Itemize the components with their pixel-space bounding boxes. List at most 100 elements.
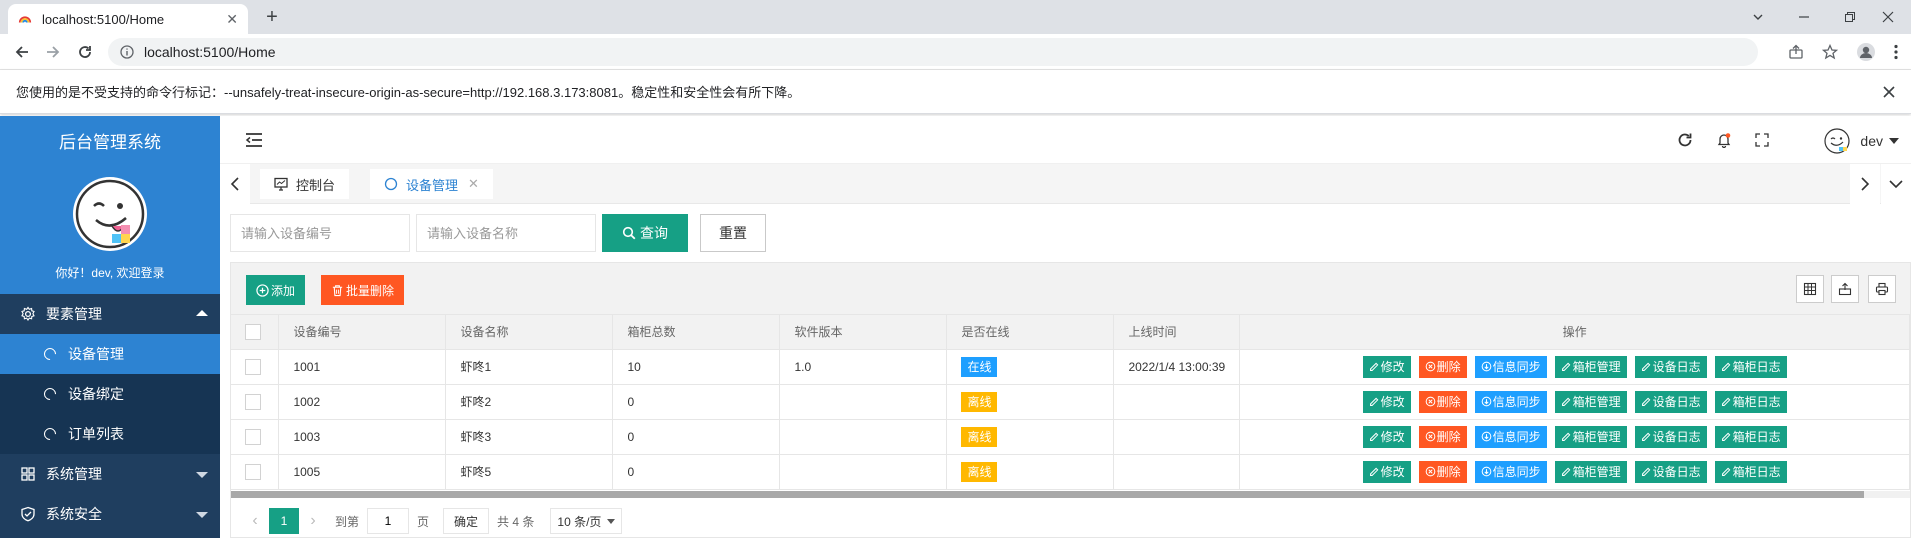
menu-collapse-icon[interactable] (244, 130, 264, 150)
tabs-menu-chevron-down-icon[interactable] (1881, 164, 1911, 204)
close-icon[interactable] (1881, 84, 1897, 100)
more-menu-icon[interactable] (1884, 40, 1908, 64)
device-code-input[interactable] (230, 214, 410, 252)
device-name-cell: 虾咚1 (445, 349, 614, 385)
tab-console[interactable]: 控制台 (260, 169, 350, 199)
info-icon[interactable] (120, 45, 134, 59)
info-sync-button[interactable]: 信息同步 (1474, 390, 1547, 413)
info-sync-button[interactable]: 信息同步 (1474, 460, 1547, 483)
app-title: 后台管理系统 (0, 116, 220, 164)
reload-icon[interactable] (73, 40, 97, 64)
tab-search-icon[interactable] (1735, 0, 1781, 34)
menu-group-system-management[interactable]: 系统管理 (0, 454, 220, 494)
sidebar-item-device-management[interactable]: 设备管理 (0, 334, 220, 374)
greeting-text: 你好！dev, 欢迎登录 (55, 266, 165, 280)
device-log-button[interactable]: 设备日志 (1634, 390, 1707, 413)
menu-group-system-security[interactable]: 系统安全 (0, 494, 220, 534)
sidebar-item-device-binding[interactable]: 设备绑定 (0, 374, 220, 414)
query-button[interactable]: 查询 (602, 214, 688, 252)
goto-page-input[interactable] (367, 508, 410, 534)
bookmark-star-icon[interactable] (1818, 40, 1842, 64)
print-icon[interactable] (1868, 275, 1896, 303)
tabs-scroll-left-icon[interactable] (220, 164, 250, 204)
device-name-cell: 虾咚3 (445, 419, 614, 455)
batch-delete-button[interactable]: 批量删除 (321, 275, 405, 305)
edit-button[interactable]: 修改 (1362, 425, 1411, 448)
select-all-checkbox[interactable] (245, 323, 261, 340)
row-checkbox[interactable] (245, 428, 261, 445)
menu-group-element-management[interactable]: 要素管理 (0, 294, 220, 334)
current-page[interactable]: 1 (269, 508, 299, 534)
next-page-icon[interactable]: › (299, 512, 327, 530)
info-sync-button[interactable]: 信息同步 (1474, 425, 1547, 448)
scrollbar-thumb[interactable] (231, 491, 1864, 498)
delete-button[interactable]: 删除 (1418, 460, 1467, 483)
pencil-icon (1721, 397, 1731, 406)
cabinet-log-button[interactable]: 箱柜日志 (1714, 460, 1787, 483)
close-circle-icon (1425, 431, 1435, 442)
cabinet-log-button[interactable]: 箱柜日志 (1714, 355, 1787, 378)
url-field[interactable]: localhost:5100/Home (108, 38, 1758, 66)
edit-button[interactable]: 修改 (1362, 390, 1411, 413)
delete-button[interactable]: 删除 (1418, 390, 1467, 413)
delete-button[interactable]: 删除 (1418, 425, 1467, 448)
pencil-icon (1561, 362, 1570, 371)
row-checkbox[interactable] (245, 358, 261, 375)
fullscreen-icon[interactable] (1752, 130, 1772, 150)
grid-icon (21, 467, 35, 481)
cabinet-management-button[interactable]: 箱柜管理 (1554, 355, 1627, 378)
device-name-input[interactable] (416, 214, 596, 252)
horizontal-scrollbar[interactable] (231, 491, 1910, 498)
back-icon[interactable] (10, 40, 34, 64)
prev-page-icon[interactable]: ‹ (241, 512, 269, 530)
cabinet-management-button[interactable]: 箱柜管理 (1554, 460, 1627, 483)
forward-icon[interactable] (41, 40, 65, 64)
reset-button[interactable]: 重置 (700, 214, 766, 252)
device-log-button[interactable]: 设备日志 (1634, 425, 1707, 448)
online-status-cell: 离线 (946, 384, 1115, 420)
pencil-icon (1721, 432, 1731, 441)
device-code-cell: 1002 (278, 384, 447, 420)
edit-button[interactable]: 修改 (1362, 460, 1411, 483)
column-header: 操作 (1239, 315, 1910, 350)
profile-icon[interactable] (1854, 40, 1878, 64)
edit-button[interactable]: 修改 (1362, 355, 1411, 378)
pencil-icon (1641, 432, 1650, 441)
bell-icon[interactable] (1714, 130, 1734, 150)
close-icon[interactable]: ✕ (226, 11, 238, 28)
sidebar-item-order-list[interactable]: 订单列表 (0, 414, 220, 454)
tab-device-management[interactable]: 设备管理 ✕ (370, 169, 493, 199)
delete-button[interactable]: 删除 (1418, 355, 1467, 378)
row-checkbox[interactable] (245, 393, 261, 410)
device-log-button[interactable]: 设备日志 (1634, 460, 1707, 483)
confirm-page-button[interactable]: 确定 (443, 508, 490, 534)
new-tab-icon[interactable]: + (258, 5, 286, 29)
columns-filter-icon[interactable] (1796, 275, 1824, 303)
action-label: 删除 (1436, 430, 1461, 444)
browser-tab[interactable]: localhost:5100/Home ✕ (8, 4, 248, 34)
status-badge: 离线 (961, 461, 998, 482)
refresh-icon[interactable] (1675, 130, 1695, 150)
cabinet-log-button[interactable]: 箱柜日志 (1714, 390, 1787, 413)
column-header: 箱柜总数 (612, 315, 781, 350)
export-icon[interactable] (1831, 275, 1859, 303)
column-header: 设备编号 (278, 315, 447, 350)
cabinet-management-button[interactable]: 箱柜管理 (1554, 390, 1627, 413)
add-button[interactable]: 添加 (246, 275, 306, 305)
share-icon[interactable] (1784, 40, 1808, 64)
cabinet-management-button[interactable]: 箱柜管理 (1554, 425, 1627, 448)
close-window-icon[interactable] (1865, 0, 1911, 34)
tabs-scroll-right-icon[interactable] (1850, 164, 1880, 204)
device-log-button[interactable]: 设备日志 (1634, 355, 1707, 378)
cabinet-log-button[interactable]: 箱柜日志 (1714, 425, 1787, 448)
minimize-icon[interactable] (1781, 0, 1827, 34)
close-icon[interactable]: ✕ (468, 176, 479, 192)
info-sync-button[interactable]: 信息同步 (1474, 355, 1547, 378)
user-menu[interactable]: dev (1824, 128, 1899, 154)
action-label: 设备日志 (1652, 465, 1701, 479)
action-label: 箱柜管理 (1572, 430, 1621, 444)
table-row: 1003 虾咚3 0 离线 修改 删除 信息同步 箱柜管理 设备日志 箱柜日志 (231, 419, 1910, 455)
page-size-select[interactable]: 10 条/页 (550, 508, 623, 534)
row-checkbox[interactable] (245, 463, 261, 480)
status-badge: 在线 (961, 356, 998, 377)
